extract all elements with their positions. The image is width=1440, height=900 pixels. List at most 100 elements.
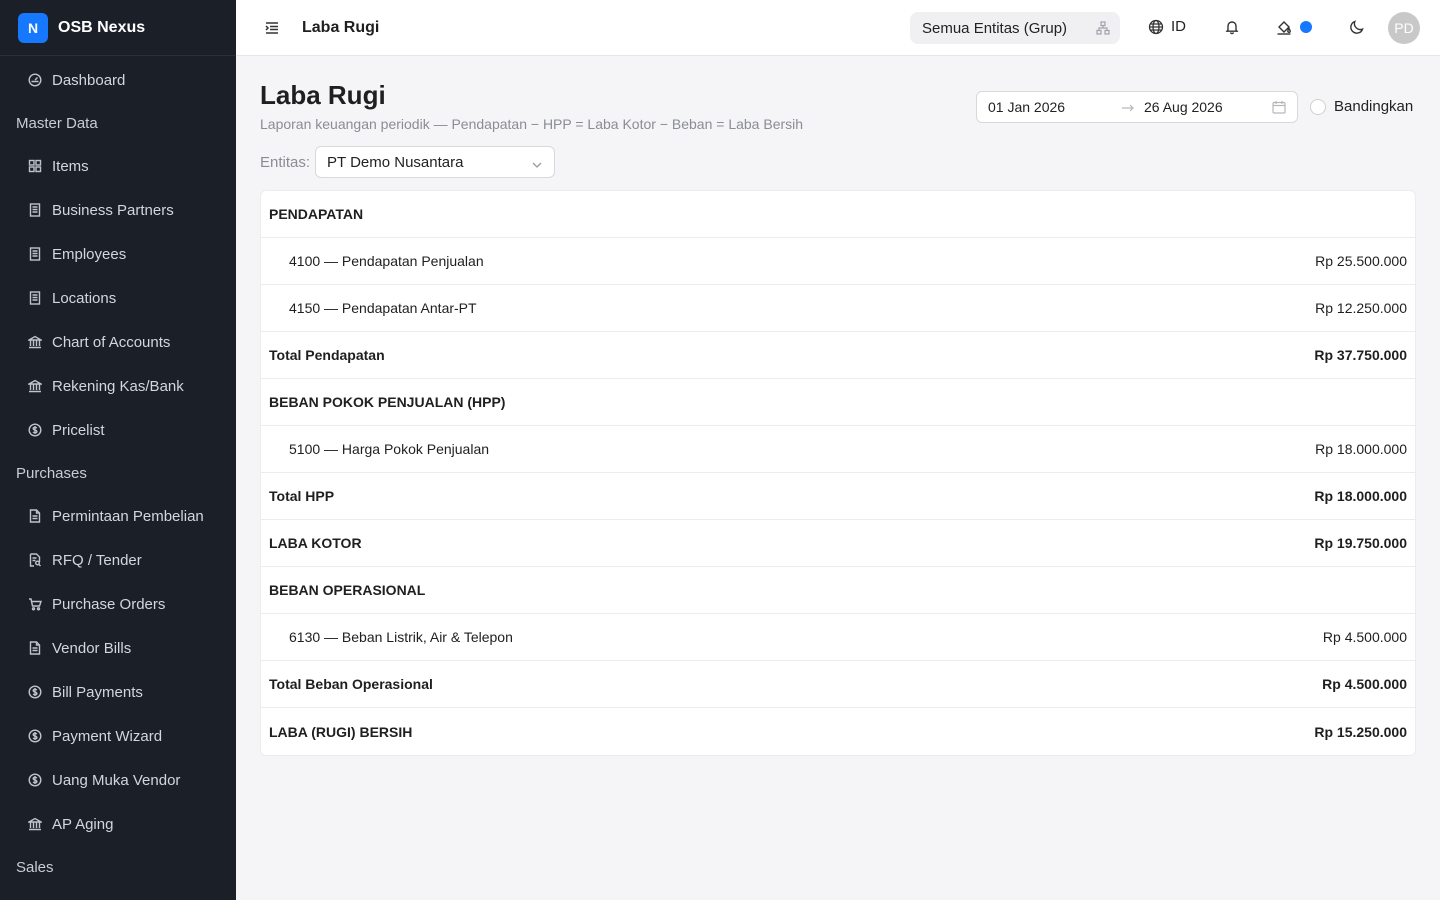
arrow-right-icon (1121, 101, 1135, 113)
entity-label: Entitas: (260, 154, 311, 171)
row-label: BEBAN POKOK PENJUALAN (HPP) (269, 394, 506, 410)
row-label: Total HPP (269, 488, 335, 504)
report-total-row: LABA KOTOR Rp 19.750.000 (261, 520, 1415, 567)
row-label: LABA (RUGI) BERSIH (269, 723, 413, 740)
theme-color-picker[interactable] (1276, 19, 1312, 35)
hierarchy-icon (1096, 21, 1110, 35)
dollar-circle-icon (28, 423, 42, 437)
sidebar-item-business-partners[interactable]: Business Partners (0, 188, 236, 232)
row-amount: Rp 18.000.000 (1314, 488, 1407, 504)
sidebar-item-rekening-kas-bank[interactable]: Rekening Kas/Bank (0, 364, 236, 408)
row-label: BEBAN OPERASIONAL (269, 582, 426, 598)
report-total-row: LABA (RUGI) BERSIH Rp 15.250.000 (261, 708, 1415, 755)
cart-icon (28, 597, 42, 611)
row-amount: Rp 37.750.000 (1314, 347, 1407, 363)
sidebar-item-label: RFQ / Tender (52, 551, 142, 569)
row-label: 6130 — Beban Listrik, Air & Telepon (289, 629, 513, 645)
report-account-row[interactable]: 5100 — Harga Pokok Penjualan Rp 18.000.00… (261, 426, 1415, 473)
chevron-down-icon (532, 157, 542, 168)
report-section-header: BEBAN POKOK PENJUALAN (HPP) (261, 379, 1415, 426)
dashboard-icon (28, 73, 42, 87)
report-section-header: PENDAPATAN (261, 191, 1415, 238)
sidebar-item-label: Rekening Kas/Bank (52, 377, 184, 395)
sidebar-nav: Dashboard Master Data Items Business Partne… (0, 56, 236, 888)
sidebar-item-label: Purchase Orders (52, 595, 166, 613)
sidebar-item-label: Business Partners (52, 201, 174, 219)
date-from[interactable]: 01 Jan 2026 (988, 99, 1065, 115)
avatar[interactable]: PD (1388, 12, 1420, 44)
entity-select[interactable]: PT Demo Nusantara (315, 146, 555, 178)
sidebar-item-items[interactable]: Items (0, 144, 236, 188)
sidebar-item-pricelist[interactable]: Pricelist (0, 408, 236, 452)
sidebar-item-rfq-tender[interactable]: RFQ / Tender (0, 538, 236, 582)
row-amount: Rp 18.000.000 (1315, 441, 1407, 457)
dollar-circle-icon (28, 773, 42, 787)
bank-icon (28, 379, 42, 393)
sidebar-item-label: Permintaan Pembelian (52, 507, 204, 525)
document-search-icon (28, 553, 42, 567)
sidebar-item-employees[interactable]: Employees (0, 232, 236, 276)
report-total-row: Total Pendapatan Rp 37.750.000 (261, 332, 1415, 379)
row-amount: Rp 12.250.000 (1315, 300, 1407, 316)
page-subtitle: Laporan keuangan periodik — Pendapatan −… (260, 116, 804, 132)
sidebar-item-label: Payment Wizard (52, 727, 163, 745)
sidebar-item-label: Pricelist (52, 421, 105, 439)
report-account-row[interactable]: 6130 — Beban Listrik, Air & Telepon Rp 4.… (261, 614, 1415, 661)
report-section-header: BEBAN OPERASIONAL (261, 567, 1415, 614)
header-title: Laba Rugi (302, 18, 380, 36)
sidebar-item-bill-payments[interactable]: Bill Payments (0, 670, 236, 714)
sidebar-item-label: Bill Payments (52, 683, 143, 701)
report-account-row[interactable]: 4150 — Pendapatan Antar-PT Rp 12.250.000 (261, 285, 1415, 332)
sidebar-item-label: AP Aging (52, 815, 114, 833)
sidebar-item-payment-wizard[interactable]: Payment Wizard (0, 714, 236, 758)
moon-icon[interactable] (1349, 19, 1365, 35)
building-icon (28, 203, 42, 217)
row-amount: Rp 19.750.000 (1314, 535, 1407, 551)
sidebar-item-locations[interactable]: Locations (0, 276, 236, 320)
sidebar-group-master-data[interactable]: Master Data (0, 102, 236, 144)
top-header: Laba Rugi Semua Entitas (Grup) ID PD (236, 0, 1440, 56)
accent-color-dot (1300, 21, 1312, 33)
globe-icon (1148, 19, 1164, 34)
sidebar-item-vendor-bills[interactable]: Vendor Bills (0, 626, 236, 670)
document-icon (28, 641, 42, 655)
building-icon (28, 291, 42, 305)
calendar-icon (1272, 100, 1286, 114)
sidebar-item-dashboard[interactable]: Dashboard (0, 58, 236, 102)
date-to[interactable]: 26 Aug 2026 (1144, 99, 1223, 115)
sidebar-item-chart-of-accounts[interactable]: Chart of Accounts (0, 320, 236, 364)
page-title: Laba Rugi (260, 80, 386, 110)
sidebar-group-sales[interactable]: Sales (0, 846, 236, 888)
date-range-picker[interactable]: 01 Jan 2026 26 Aug 2026 (976, 91, 1298, 123)
report-account-row[interactable]: 4100 — Pendapatan Penjualan Rp 25.500.000 (261, 238, 1415, 285)
menu-toggle-icon[interactable] (262, 18, 282, 38)
sidebar-item-ap-aging[interactable]: AP Aging (0, 802, 236, 846)
row-label: 4150 — Pendapatan Antar-PT (289, 300, 477, 316)
language-label: ID (1171, 18, 1186, 35)
sidebar-item-label: Items (52, 157, 89, 175)
compare-checkbox[interactable] (1310, 98, 1326, 115)
row-label: PENDAPATAN (269, 206, 364, 222)
row-label: LABA KOTOR (269, 535, 362, 551)
bank-icon (28, 335, 42, 349)
bank-icon (28, 817, 42, 831)
row-amount: Rp 4.500.000 (1322, 676, 1407, 692)
sidebar-item-label: Vendor Bills (52, 639, 132, 657)
row-label: Total Pendapatan (269, 347, 385, 363)
row-label: 4100 — Pendapatan Penjualan (289, 253, 484, 269)
language-switcher[interactable]: ID (1148, 18, 1186, 35)
sidebar-item-label: Chart of Accounts (52, 333, 171, 351)
row-label: Total Beban Operasional (269, 676, 433, 692)
sidebar-item-purchase-orders[interactable]: Purchase Orders (0, 582, 236, 626)
sidebar-item-label: Dashboard (52, 71, 126, 89)
entity-switcher[interactable]: Semua Entitas (Grup) (910, 12, 1120, 44)
bell-icon[interactable] (1224, 19, 1240, 35)
brand[interactable]: N OSB Nexus (0, 0, 236, 56)
sidebar-item-uang-muka-vendor[interactable]: Uang Muka Vendor (0, 758, 236, 802)
sidebar-item-permintaan-pembelian[interactable]: Permintaan Pembelian (0, 494, 236, 538)
compare-toggle[interactable]: Bandingkan (1310, 98, 1413, 115)
sidebar-group-purchases[interactable]: Purchases (0, 452, 236, 494)
entity-switcher-label: Semua Entitas (Grup) (922, 19, 1068, 37)
sidebar-item-label: Uang Muka Vendor (52, 771, 181, 789)
profit-loss-report: PENDAPATAN 4100 — Pendapatan Penjualan Rp … (260, 190, 1416, 756)
